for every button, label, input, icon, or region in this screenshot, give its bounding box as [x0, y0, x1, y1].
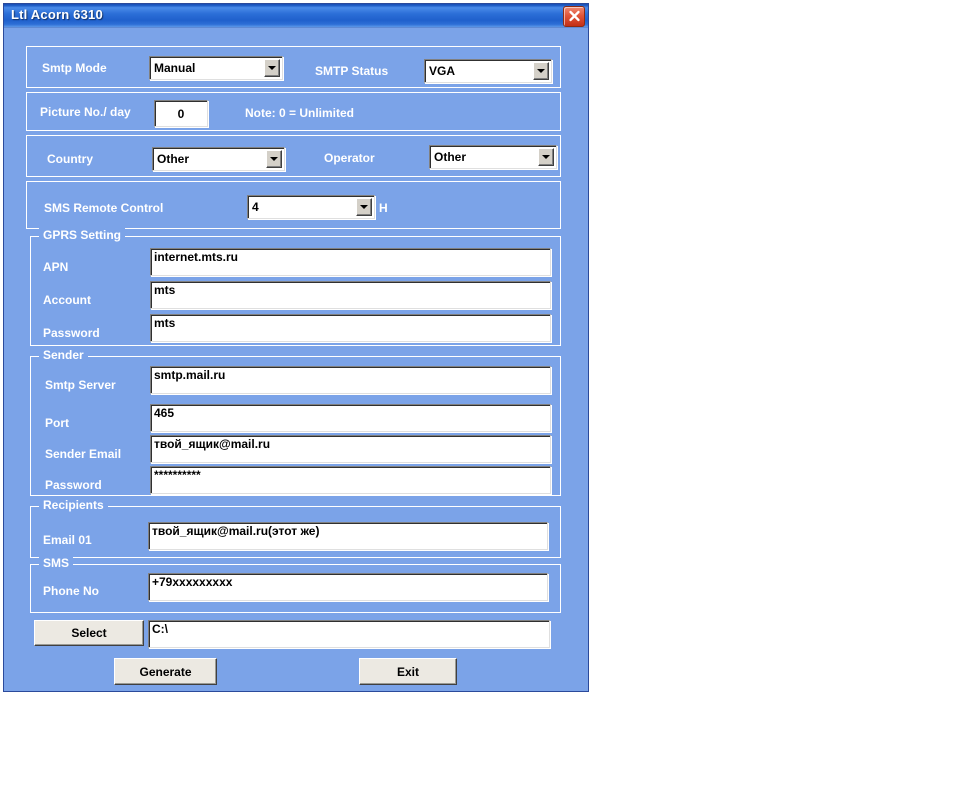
gprs-password-label: Password	[43, 326, 100, 340]
email01-label: Email 01	[43, 533, 92, 547]
sms-group: SMS Phone No +79xxxxxxxxx	[30, 556, 561, 613]
chevron-down-icon[interactable]	[356, 198, 372, 216]
sms-remote-control-panel: SMS Remote Control 4 H	[26, 181, 561, 229]
generate-button[interactable]: Generate	[114, 658, 217, 685]
account-input[interactable]: mts	[150, 281, 551, 309]
sender-group: Sender Smtp Server smtp.mail.ru Port 465…	[30, 348, 561, 496]
sender-password-value: **********	[154, 468, 201, 482]
sender-title: Sender	[39, 348, 88, 362]
sms-remote-control-unit: H	[379, 201, 388, 215]
smtp-server-label: Smtp Server	[45, 378, 116, 392]
smtp-mode-value: Manual	[154, 61, 196, 75]
sender-email-label: Sender Email	[45, 447, 122, 461]
gprs-password-input[interactable]: mts	[150, 314, 551, 342]
title-bar: Ltl Acorn 6310	[4, 4, 588, 28]
smtp-status-select[interactable]: VGA	[424, 59, 552, 83]
operator-select[interactable]: Other	[429, 145, 557, 169]
sender-email-input[interactable]: твой_ящик@mail.ru	[150, 435, 551, 463]
email01-value: твой_ящик@mail.ru(этот же)	[152, 524, 320, 538]
port-input[interactable]: 465	[150, 404, 551, 432]
apn-label: APN	[43, 260, 69, 274]
unlimited-note: Note: 0 = Unlimited	[245, 106, 355, 120]
port-label: Port	[45, 416, 69, 430]
chevron-down-icon[interactable]	[264, 59, 280, 77]
gprs-setting-group: GPRS Setting APN internet.mts.ru Account…	[30, 228, 561, 346]
path-input[interactable]: C:\	[148, 620, 550, 648]
smtp-status-value: VGA	[429, 64, 456, 78]
phone-no-label: Phone No	[43, 584, 99, 598]
picture-per-day-label: Picture No./ day	[40, 105, 131, 119]
phone-no-value: +79xxxxxxxxx	[152, 575, 233, 589]
smtp-server-value: smtp.mail.ru	[154, 368, 226, 382]
chevron-down-icon[interactable]	[538, 148, 554, 166]
gprs-setting-title: GPRS Setting	[39, 228, 126, 242]
path-value: C:\	[152, 622, 168, 636]
close-icon[interactable]	[563, 6, 585, 27]
country-select[interactable]: Other	[152, 147, 285, 171]
email01-input[interactable]: твой_ящик@mail.ru(этот же)	[148, 522, 548, 550]
sms-title: SMS	[39, 556, 74, 570]
sender-password-label: Password	[45, 478, 102, 492]
smtp-server-input[interactable]: smtp.mail.ru	[150, 366, 551, 394]
exit-button[interactable]: Exit	[359, 658, 457, 685]
window-title: Ltl Acorn 6310	[11, 7, 103, 22]
apn-value: internet.mts.ru	[154, 250, 239, 264]
dialog-body: Smtp Mode Manual SMTP Status VGA Picture…	[4, 27, 588, 691]
country-operator-panel: Country Other Operator Other	[26, 135, 561, 177]
account-value: mts	[154, 283, 176, 297]
recipients-title: Recipients	[39, 498, 108, 512]
smtp-status-label: SMTP Status	[315, 64, 389, 78]
country-label: Country	[47, 152, 93, 166]
recipients-group: Recipients Email 01 твой_ящик@mail.ru(эт…	[30, 498, 561, 558]
picture-per-day-input[interactable]: 0	[154, 100, 208, 127]
phone-no-input[interactable]: +79xxxxxxxxx	[148, 573, 548, 601]
gprs-password-value: mts	[154, 316, 176, 330]
sms-remote-control-label: SMS Remote Control	[44, 201, 164, 215]
operator-label: Operator	[324, 151, 375, 165]
picture-per-day-value: 0	[177, 107, 185, 121]
app-window: Ltl Acorn 6310 Smtp Mode Manual SMTP Sta…	[3, 3, 589, 692]
sender-email-value: твой_ящик@mail.ru	[154, 437, 271, 451]
chevron-down-icon[interactable]	[266, 150, 282, 168]
picture-per-day-panel: Picture No./ day 0 Note: 0 = Unlimited	[26, 92, 561, 131]
smtp-mode-select[interactable]: Manual	[149, 56, 283, 80]
chevron-down-icon[interactable]	[533, 62, 549, 80]
smtp-mode-panel: Smtp Mode Manual SMTP Status VGA	[26, 46, 561, 88]
port-value: 465	[154, 406, 175, 420]
select-button[interactable]: Select	[34, 620, 144, 646]
country-value: Other	[157, 152, 190, 166]
apn-input[interactable]: internet.mts.ru	[150, 248, 551, 276]
sms-remote-control-value: 4	[252, 200, 259, 214]
sms-remote-control-select[interactable]: 4	[247, 195, 375, 219]
operator-value: Other	[434, 150, 467, 164]
account-label: Account	[43, 293, 91, 307]
sender-password-input[interactable]: **********	[150, 466, 551, 494]
smtp-mode-label: Smtp Mode	[42, 61, 107, 75]
